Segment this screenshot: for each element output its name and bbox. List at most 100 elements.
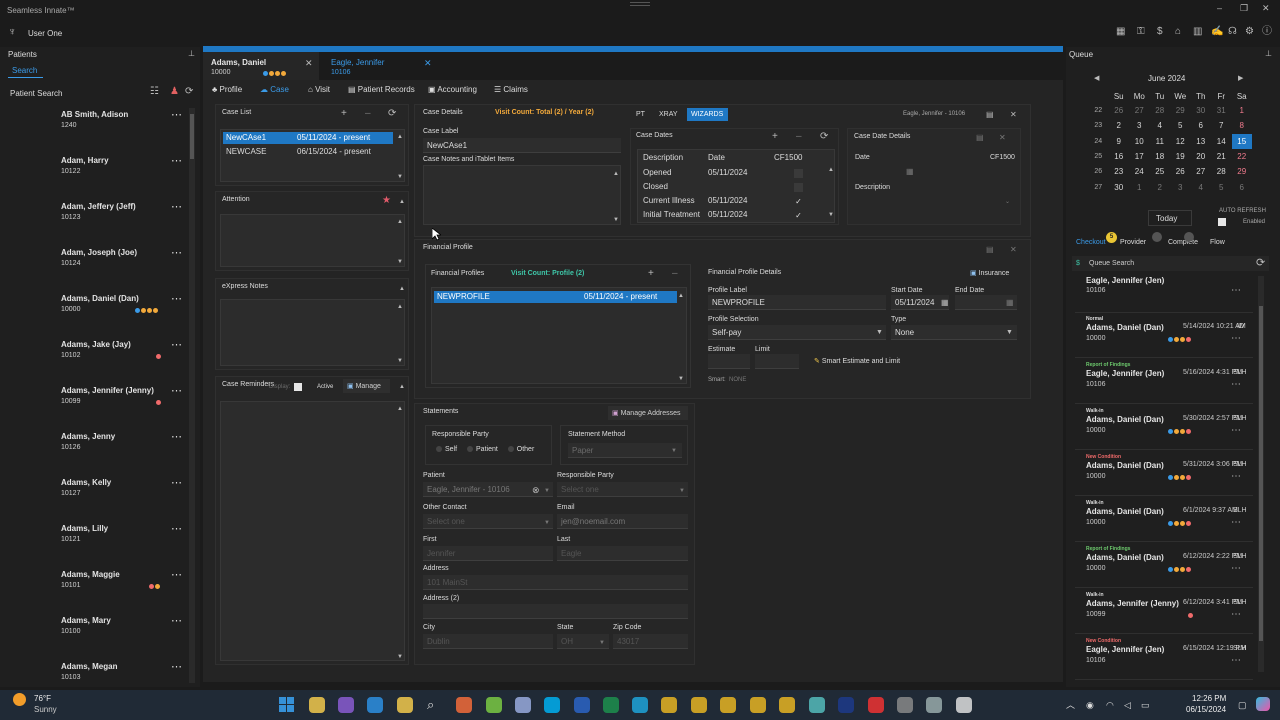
- collapse-icon[interactable]: ▲: [399, 197, 405, 207]
- l-app-icon[interactable]: [838, 697, 854, 713]
- insurance-button[interactable]: ▣ Insurance: [970, 269, 1009, 277]
- signature-icon[interactable]: ✍: [1211, 27, 1223, 37]
- patient-row[interactable]: AB Smith, Adison 1240 ⋯: [8, 100, 193, 146]
- xray-button[interactable]: XRAY: [659, 111, 678, 118]
- scroll-down-icon[interactable]: ▼: [397, 172, 403, 182]
- first-field[interactable]: Jennifer: [423, 546, 553, 561]
- app-icon[interactable]: [956, 697, 972, 713]
- case-row[interactable]: NewCAse1 05/11/2024 - present: [223, 132, 393, 144]
- resp-party-dropdown[interactable]: Select one: [557, 482, 688, 497]
- copilot-icon[interactable]: [1256, 697, 1270, 711]
- queue-search-label[interactable]: Queue Search: [1089, 260, 1134, 267]
- more-options-icon[interactable]: ⋯: [171, 154, 183, 167]
- calendar-icon[interactable]: ▦: [1116, 27, 1125, 37]
- manage-reminders-button[interactable]: ▣ Manage: [343, 379, 390, 393]
- chrome-icon[interactable]: [720, 697, 736, 713]
- refresh-icon[interactable]: ⟳: [1256, 258, 1265, 269]
- scroll-up-icon[interactable]: ▲: [613, 169, 619, 179]
- calendar-day[interactable]: 26: [1109, 103, 1130, 118]
- calendar-day[interactable]: 1: [1232, 103, 1253, 118]
- profile-selection-dropdown[interactable]: Self-pay: [708, 325, 886, 340]
- patient-list-scrollbar[interactable]: [189, 108, 195, 683]
- patient-row[interactable]: Adams, Daniel (Dan) 10000 ⋯: [8, 284, 193, 330]
- calendar-day[interactable]: 2: [1109, 118, 1130, 133]
- zip-field[interactable]: 43017: [613, 634, 688, 649]
- search-tab[interactable]: Search: [8, 64, 43, 78]
- address2-field[interactable]: [423, 604, 688, 619]
- tab-case[interactable]: ☁ Case: [260, 85, 289, 94]
- edge-icon[interactable]: [632, 697, 648, 713]
- queue-item[interactable]: Walk-in Adams, Jennifer (Jenny) 10099 6/12/…: [1075, 589, 1253, 634]
- chrome-icon[interactable]: [779, 697, 795, 713]
- chart-icon[interactable]: ▥: [1193, 27, 1202, 37]
- support-icon[interactable]: ☊: [1228, 27, 1237, 37]
- patient-row[interactable]: Adams, Jake (Jay) 10102 ⋯: [8, 330, 193, 376]
- close-window-icon[interactable]: ✕: [1262, 3, 1270, 13]
- remove-profile-icon[interactable]: –: [672, 269, 678, 279]
- close-icon[interactable]: ✕: [999, 133, 1006, 143]
- patient-tab-1[interactable]: Adams, Daniel 10000 ✕: [203, 52, 319, 80]
- calendar-day[interactable]: 9: [1109, 134, 1130, 149]
- chrome-icon[interactable]: [661, 697, 677, 713]
- patient-row[interactable]: Adam, Harry 10122 ⋯: [8, 146, 193, 192]
- collapse-icon[interactable]: ▲: [399, 284, 405, 294]
- excel-icon[interactable]: [603, 697, 619, 713]
- pin-icon[interactable]: ⊥: [188, 49, 195, 59]
- weather-icon[interactable]: [13, 693, 26, 706]
- calendar-day[interactable]: 3: [1170, 179, 1191, 194]
- more-options-icon[interactable]: ⋯: [1231, 333, 1241, 344]
- queue-item[interactable]: Normal Adams, Daniel (Dan) 10000 5/14/2024 …: [1075, 313, 1253, 358]
- gear-icon[interactable]: ⚙: [1245, 27, 1254, 37]
- type-dropdown[interactable]: None: [891, 325, 1017, 340]
- manage-addresses-button[interactable]: ▣ Manage Addresses: [608, 406, 688, 420]
- wizards-button[interactable]: WIZARDS: [687, 108, 728, 121]
- table-row[interactable]: Opened 05/11/2024: [638, 167, 823, 181]
- address-field[interactable]: 101 MainSt: [423, 575, 688, 590]
- calendar-day[interactable]: 1: [1129, 179, 1150, 194]
- settings-icon[interactable]: [926, 697, 942, 713]
- calendar-day[interactable]: 19: [1170, 149, 1191, 164]
- tray-app-icon[interactable]: ◉: [1086, 700, 1094, 710]
- app-icon[interactable]: [897, 697, 913, 713]
- tab-claims[interactable]: ☰ Claims: [494, 85, 528, 94]
- pin-icon[interactable]: ⊥: [1265, 49, 1272, 59]
- queue-item[interactable]: Eagle, Jennifer (Jen) 10106 ⋯: [1075, 276, 1253, 313]
- queue-tab-complete[interactable]: Complete: [1168, 232, 1198, 252]
- patient-row[interactable]: Adams, Jennifer (Jenny) 10099 ⋯: [8, 376, 193, 422]
- maximize-icon[interactable]: ❐: [1240, 3, 1248, 13]
- more-options-icon[interactable]: ⋯: [171, 568, 183, 581]
- column-header[interactable]: CF1500: [774, 153, 802, 162]
- table-row[interactable]: Initial Treatment 05/11/2024 ✓: [638, 209, 823, 223]
- queue-scrollbar[interactable]: [1258, 276, 1264, 672]
- more-options-icon[interactable]: ⋯: [1231, 285, 1241, 296]
- patient-row[interactable]: Adam, Joseph (Joe) 10124 ⋯: [8, 238, 193, 284]
- patients-list-icon[interactable]: ☷: [150, 87, 159, 97]
- wifi-icon[interactable]: ◠: [1106, 700, 1114, 710]
- dollar-icon[interactable]: $: [1157, 27, 1163, 37]
- app-icon[interactable]: [486, 697, 502, 713]
- more-options-icon[interactable]: ⋯: [171, 430, 183, 443]
- calendar-day[interactable]: 30: [1109, 179, 1130, 194]
- patient-row[interactable]: Adam, Jeffery (Jeff) 10123 ⋯: [8, 192, 193, 238]
- case-label-field[interactable]: NewCAse1: [423, 138, 621, 153]
- calendar-day[interactable]: 26: [1170, 164, 1191, 179]
- calendar-day[interactable]: 4: [1191, 179, 1212, 194]
- more-options-icon[interactable]: ⋯: [171, 660, 183, 673]
- clear-icon[interactable]: ⊗: [532, 485, 540, 495]
- more-options-icon[interactable]: ⋯: [1231, 471, 1241, 482]
- add-date-icon[interactable]: +: [772, 132, 778, 142]
- add-patient-icon[interactable]: ♟: [170, 87, 179, 97]
- app-icon[interactable]: [397, 697, 413, 713]
- more-options-icon[interactable]: ⋯: [171, 384, 183, 397]
- notepad-icon[interactable]: [515, 697, 531, 713]
- cf1500-checkbox[interactable]: [794, 183, 803, 192]
- app-icon[interactable]: [809, 697, 825, 713]
- calendar-day[interactable]: 28: [1211, 164, 1232, 179]
- remove-case-icon[interactable]: –: [365, 109, 371, 119]
- refresh-dates-icon[interactable]: ⟳: [820, 132, 828, 142]
- cf1500-checked-icon[interactable]: ✓: [794, 211, 803, 220]
- user-pin-icon[interactable]: ♆: [8, 27, 16, 38]
- volume-icon[interactable]: ◁: [1124, 700, 1131, 710]
- clock-time[interactable]: 12:26 PM: [1192, 694, 1226, 703]
- scroll-up-icon[interactable]: ▲: [828, 167, 834, 173]
